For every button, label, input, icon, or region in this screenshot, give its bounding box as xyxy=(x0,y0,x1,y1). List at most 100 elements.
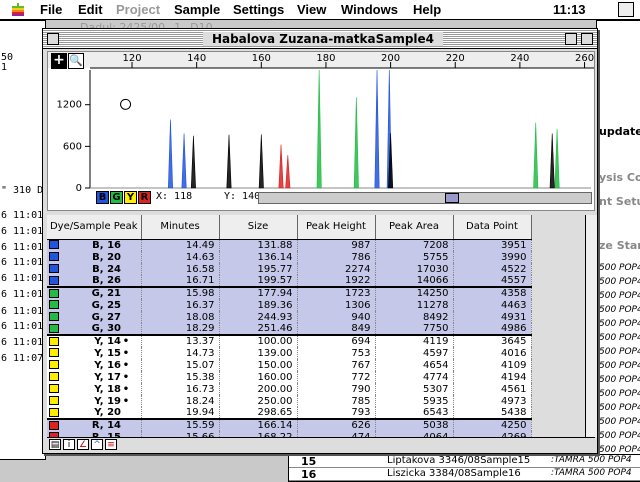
dye-swatch xyxy=(49,275,59,285)
x-tick-label: 240 xyxy=(510,53,529,64)
dye-chip-b[interactable]: B xyxy=(96,191,109,204)
cell-size: 298.65 xyxy=(219,407,298,419)
menu-edit[interactable]: Edit xyxy=(78,2,103,17)
table-row[interactable]: G, 25 16.37 189.36 1306 11278 4463 xyxy=(47,299,532,311)
col-minutes[interactable]: Minutes xyxy=(141,215,220,240)
background-sample-table[interactable]: 15 Liptakova 3346/08Sample15:TAMRA 500 PO… xyxy=(288,454,640,482)
menu-view[interactable]: View xyxy=(297,2,326,17)
cell-peak-area: 4597 xyxy=(375,347,454,359)
graph-icon[interactable]: ∠ xyxy=(77,439,89,450)
col-peak-area[interactable]: Peak Area xyxy=(375,215,454,240)
cell-peak-area: 11278 xyxy=(375,299,454,311)
cell-data-point: 4931 xyxy=(453,311,532,323)
col-dye-sample-peak[interactable]: Dye/Sample Peak xyxy=(47,215,142,240)
table-row[interactable]: B, 26 16.71 199.57 1922 14066 4557 xyxy=(47,275,532,287)
cell-minutes: 16.73 xyxy=(141,383,220,395)
background-left-line: 6 11:07 xyxy=(1,353,44,364)
horizontal-scrollbar[interactable] xyxy=(258,192,592,204)
background-row-number: 16 xyxy=(301,468,317,481)
background-table-row: 16 Liszicka 3384/08Sample16:TAMRA 500 POP… xyxy=(289,468,640,481)
dye-swatch xyxy=(49,396,59,405)
dye-chip-y[interactable]: Y xyxy=(124,191,137,204)
peak-label: R, 14 xyxy=(91,420,121,431)
cell-minutes: 15.07 xyxy=(141,359,220,371)
electropherogram-pane[interactable]: 120 140 160 180 200 220 240 260 0 600 1200 + 🔍 BGY… xyxy=(47,51,595,211)
peak-mark xyxy=(533,122,539,189)
dye-chip-r[interactable]: R xyxy=(138,191,151,204)
menu-windows[interactable]: Windows xyxy=(341,2,398,17)
background-left-line: 1 xyxy=(1,62,8,73)
cell-peak-height: 1306 xyxy=(297,299,376,311)
scroll-thumb[interactable] xyxy=(445,193,459,203)
cell-minutes: 15.38 xyxy=(141,371,220,383)
window-title: Habalova Zuzana-matkaSample4 xyxy=(203,32,443,46)
background-left-line: 6 11:01 xyxy=(1,337,44,348)
col-peak-height[interactable]: Peak Height xyxy=(297,215,376,240)
table-row[interactable]: G, 21 15.98 177.94 1723 14250 4358 xyxy=(47,286,532,299)
background-left-line: 6 11:01 xyxy=(1,273,44,284)
col-size[interactable]: Size xyxy=(219,215,298,240)
cell-data-point: 4973 xyxy=(453,395,532,407)
peak-icon[interactable]: ^ xyxy=(91,439,103,450)
zoom-tool-icon[interactable]: 🔍 xyxy=(68,53,84,69)
application-icon[interactable] xyxy=(618,2,634,17)
collapse-box[interactable] xyxy=(581,33,593,45)
table-row[interactable]: G, 27 18.08 244.93 940 8492 4931 xyxy=(47,311,532,323)
cell-size: 189.36 xyxy=(219,299,298,311)
menu-settings[interactable]: Settings xyxy=(233,2,284,17)
table-row[interactable]: Y, 16 • 15.07 150.00 767 4654 4109 xyxy=(47,359,532,371)
background-right-row: 500 POP4 xyxy=(599,263,640,273)
size-standard-dot: • xyxy=(122,395,130,407)
dye-swatch xyxy=(49,360,59,369)
col-data-point[interactable]: Data Point xyxy=(453,215,532,240)
background-right-label: ysis Co xyxy=(599,171,640,184)
menu-help[interactable]: Help xyxy=(413,2,441,17)
window-titlebar[interactable]: Habalova Zuzana-matkaSample4 xyxy=(43,29,597,49)
cell-peak-area: 7208 xyxy=(375,239,454,251)
cell-peak-area: 14250 xyxy=(375,286,454,299)
vertical-scrollbar[interactable] xyxy=(585,215,597,437)
cell-size: 251.46 xyxy=(219,323,298,335)
close-box[interactable] xyxy=(47,33,59,45)
table-row[interactable]: B, 20 14.63 136.14 786 5755 3990 xyxy=(47,251,532,263)
cell-minutes: 16.71 xyxy=(141,275,220,287)
peak-label: B, 26 xyxy=(92,275,121,286)
apple-menu-icon[interactable] xyxy=(10,2,26,18)
cell-size: 166.14 xyxy=(219,418,298,431)
table-row[interactable]: Y, 18 • 16.73 200.00 790 5307 4561 xyxy=(47,383,532,395)
table-row[interactable]: Y, 19 • 18.24 250.00 785 5935 4973 xyxy=(47,395,532,407)
table-row[interactable]: Y, 14 • 13.37 100.00 694 4119 3645 xyxy=(47,334,532,347)
table-row[interactable]: B, 24 16.58 195.77 2274 17030 4522 xyxy=(47,263,532,275)
peak-label: Y, 15 xyxy=(94,347,121,359)
cell-size: 250.00 xyxy=(219,395,298,407)
electropherogram-chart[interactable]: 120 140 160 180 200 220 240 260 0 600 1200 xyxy=(48,52,594,210)
table-row[interactable]: R, 14 15.59 166.14 626 5038 4250 xyxy=(47,418,532,431)
cell-peak-area: 8492 xyxy=(375,311,454,323)
cell-peak: B, 26 xyxy=(47,275,142,287)
background-right-row: 500 POP4 xyxy=(599,375,640,385)
table-row[interactable]: Y, 20 19.94 298.65 793 6543 5438 xyxy=(47,407,532,419)
cell-peak-height: 626 xyxy=(297,418,376,431)
dye-chip-g[interactable]: G xyxy=(110,191,123,204)
menu-sample[interactable]: Sample xyxy=(174,2,220,17)
x-tick-label: 200 xyxy=(381,53,400,64)
cell-peak-height: 793 xyxy=(297,407,376,419)
info-icon[interactable]: i xyxy=(63,439,75,450)
zoom-box[interactable] xyxy=(565,33,577,45)
table-icon[interactable]: ≡ xyxy=(105,439,117,450)
menu-project[interactable]: Project xyxy=(116,2,160,17)
dye-swatch xyxy=(49,384,59,393)
menu-file[interactable]: File xyxy=(40,2,62,17)
peak-mark xyxy=(285,155,291,189)
table-row[interactable]: B, 16 14.49 131.88 987 7208 3951 xyxy=(47,239,532,251)
size-standard-dot: • xyxy=(122,383,130,395)
table-row[interactable]: G, 30 18.29 251.46 849 7750 4986 xyxy=(47,323,532,335)
cell-peak-area: 7750 xyxy=(375,323,454,335)
table-row[interactable]: Y, 15 • 14.73 139.00 753 4597 4016 xyxy=(47,347,532,359)
background-window-right[interactable]: update ysis Co nt Setu ze Star 500 POP4 500 P… xyxy=(596,20,640,460)
background-window-left[interactable]: 50 1 " 310 Dc 6 11:01 6 11:01 6 11:01 6 11:01 6… xyxy=(0,20,46,460)
crosshair-tool-icon[interactable]: + xyxy=(51,53,67,69)
print-icon[interactable]: ▤ xyxy=(49,439,61,450)
cell-data-point: 3990 xyxy=(453,251,532,263)
table-row[interactable]: Y, 17 • 15.38 160.00 772 4774 4194 xyxy=(47,371,532,383)
